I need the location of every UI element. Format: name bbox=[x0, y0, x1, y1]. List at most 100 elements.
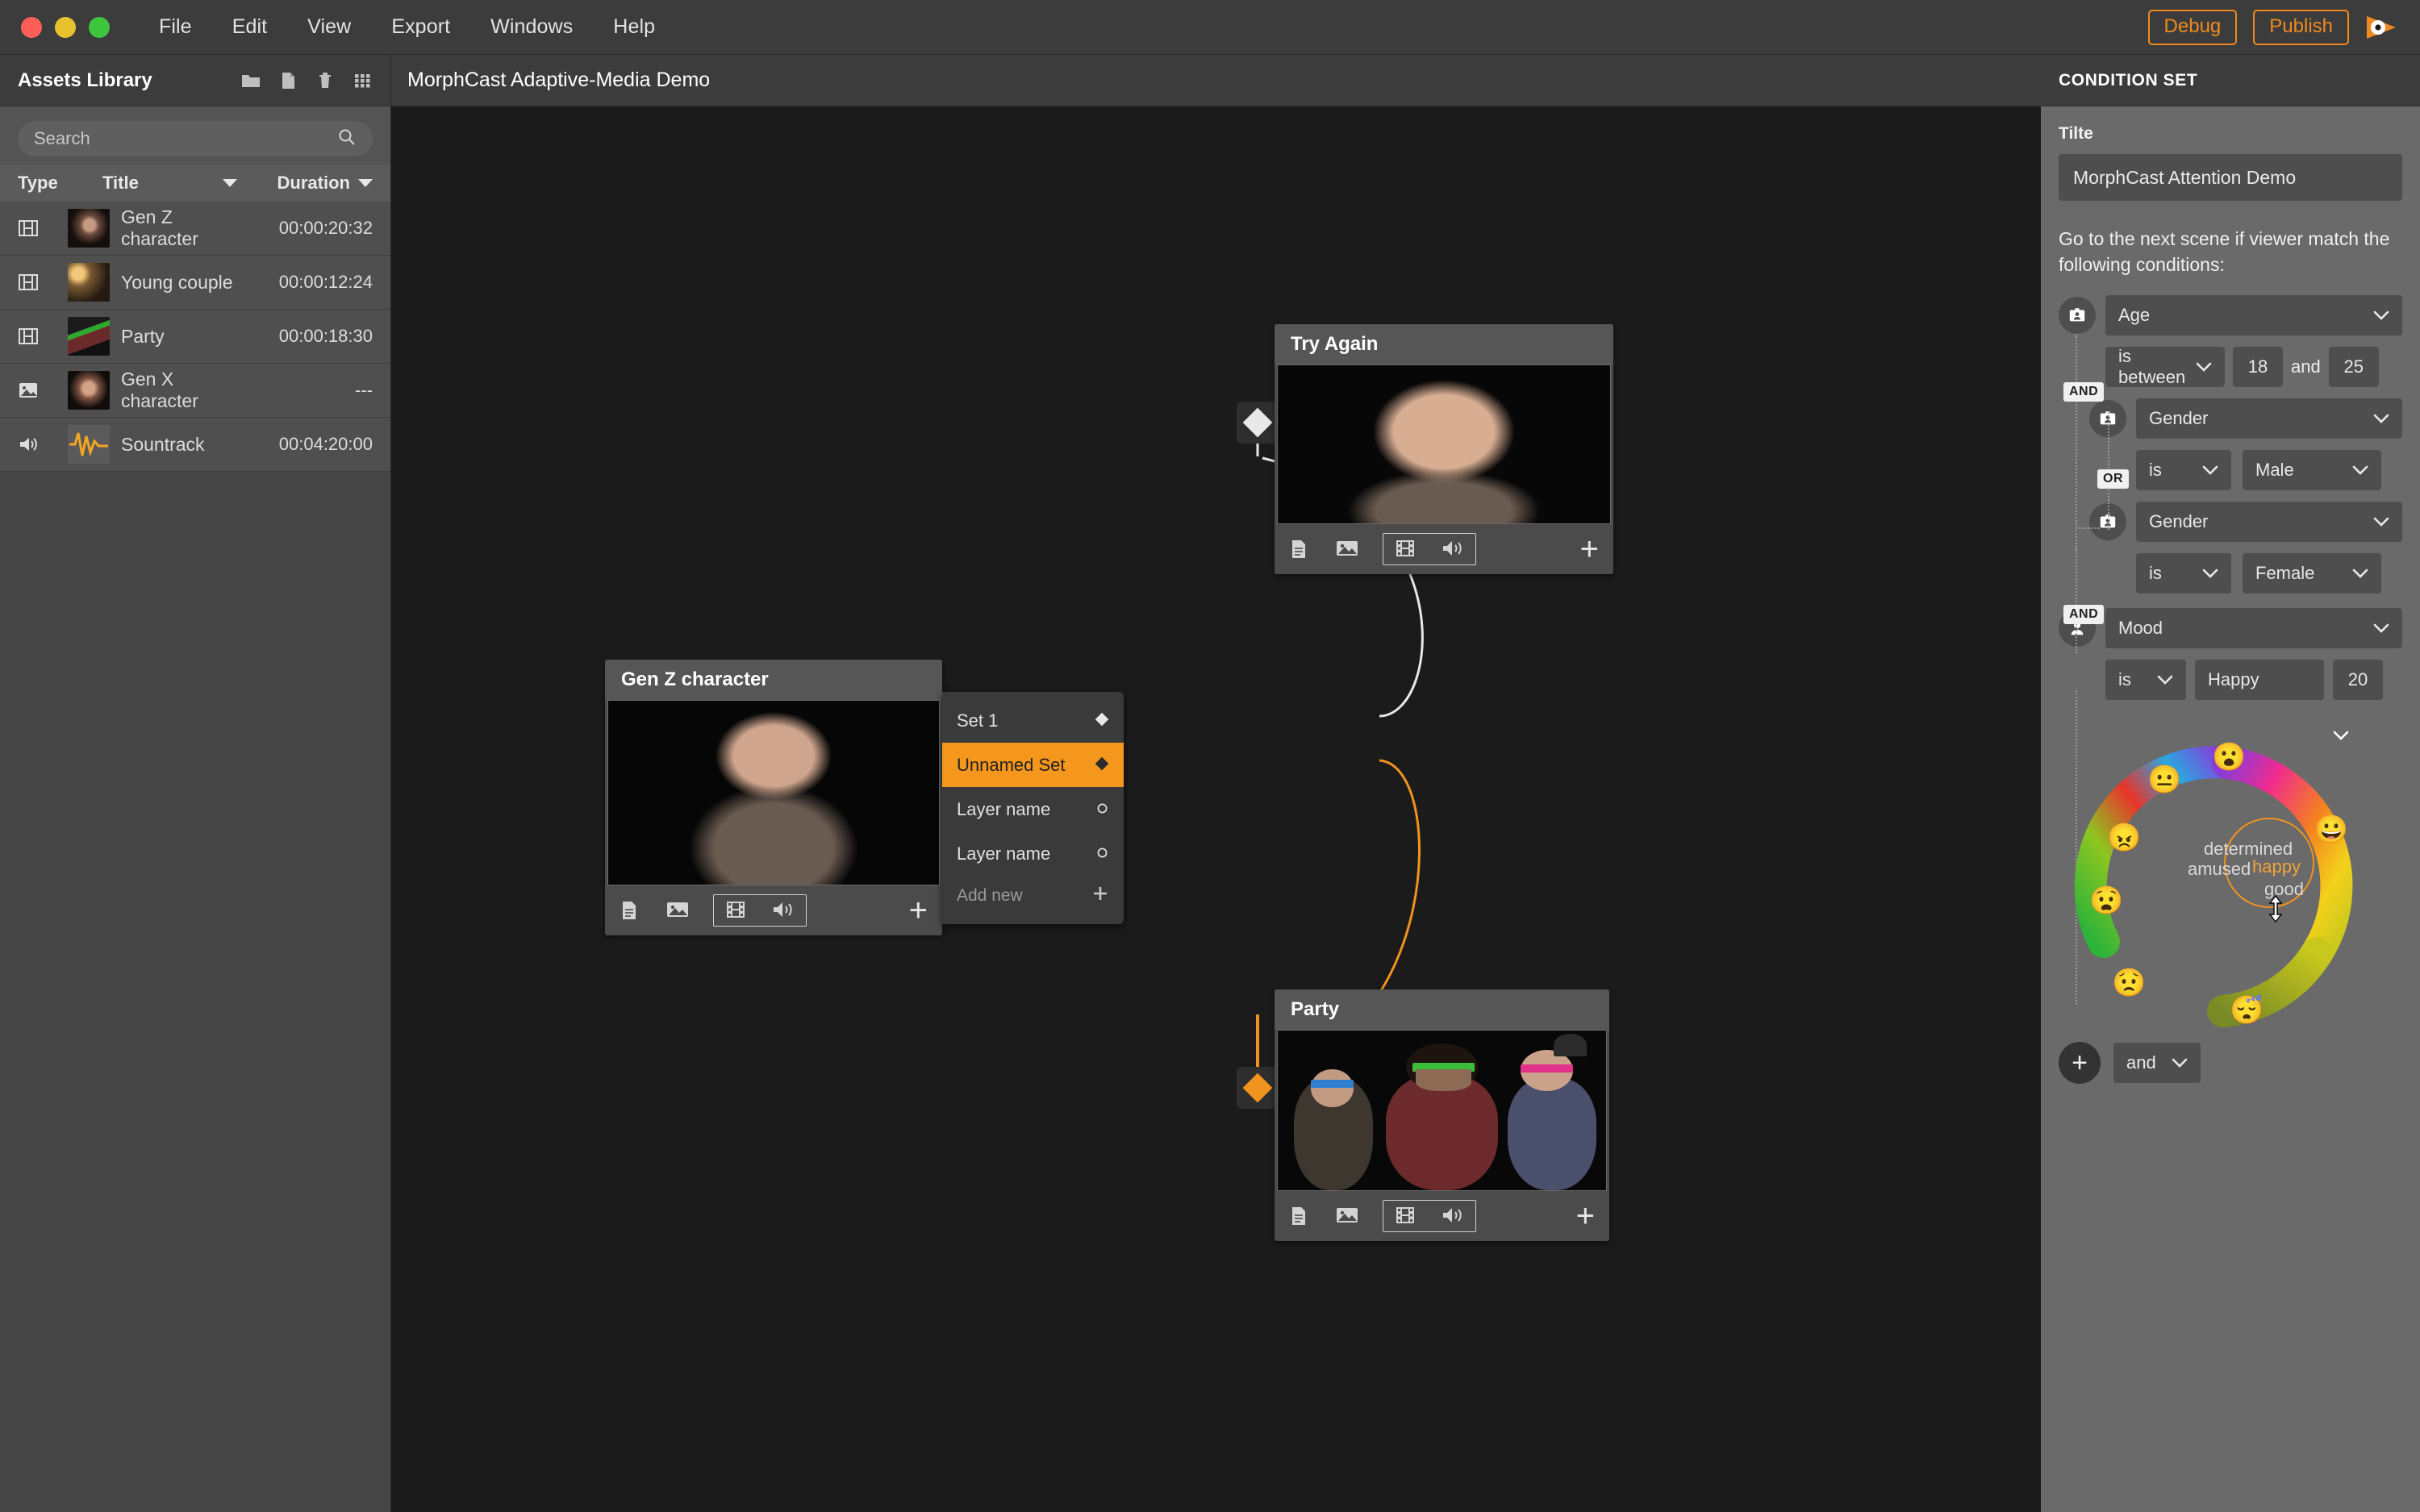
value-select-gender-female[interactable]: Female bbox=[2243, 553, 2381, 594]
flow-canvas[interactable]: MorphCast Adaptive-Media Demo Try Again bbox=[391, 55, 2041, 1512]
set-menu-item-layer-name-1[interactable]: Layer name bbox=[942, 787, 1124, 831]
chevron-down-icon[interactable] bbox=[2352, 460, 2368, 481]
add-layer-button[interactable]: + bbox=[1576, 1200, 1595, 1232]
image-icon[interactable] bbox=[666, 900, 689, 921]
media-toggle-group[interactable] bbox=[713, 894, 807, 927]
node-party[interactable]: Party + bbox=[1275, 989, 1609, 1241]
operator-select-mood[interactable]: is bbox=[2105, 660, 2186, 701]
film-icon[interactable] bbox=[1395, 1206, 1417, 1227]
emotion-wheel[interactable]: determined amused happy good 😮 😐 😠 😧 😟 😴… bbox=[2051, 711, 2405, 1034]
chevron-down-icon[interactable] bbox=[2202, 563, 2218, 584]
menu-windows[interactable]: Windows bbox=[470, 10, 593, 44]
search-input[interactable] bbox=[34, 128, 337, 149]
publish-button[interactable]: Publish bbox=[2253, 9, 2349, 45]
search-box[interactable] bbox=[18, 121, 373, 156]
emoji-sad[interactable]: 😟 bbox=[2112, 969, 2146, 997]
menu-file[interactable]: File bbox=[139, 10, 212, 44]
text-icon[interactable] bbox=[620, 900, 642, 921]
sort-duration-chevron-down-icon[interactable] bbox=[358, 179, 373, 187]
asset-row[interactable]: Gen Z character 00:00:20:32 bbox=[0, 202, 390, 256]
footer-joiner-select[interactable]: and bbox=[2113, 1043, 2201, 1084]
close-window-button[interactable] bbox=[21, 16, 42, 38]
emoji-surprised[interactable]: 😮 bbox=[2212, 744, 2246, 771]
chevron-down-icon[interactable] bbox=[2373, 305, 2389, 326]
add-condition-button[interactable]: + bbox=[2059, 1042, 2101, 1085]
text-icon[interactable] bbox=[1289, 539, 1312, 560]
set-menu-item-set-1[interactable]: Set 1 bbox=[942, 698, 1124, 743]
emoji-neutral[interactable]: 😐 bbox=[2147, 766, 2181, 793]
logic-operator-or[interactable]: OR bbox=[2097, 469, 2129, 489]
emoji-happy[interactable]: 😀 bbox=[2314, 816, 2348, 843]
attribute-select-gender-female[interactable]: Gender bbox=[2136, 502, 2402, 543]
node-preview[interactable] bbox=[607, 700, 940, 885]
value-select-gender-male[interactable]: Male bbox=[2243, 450, 2381, 491]
chevron-down-icon[interactable] bbox=[2373, 618, 2389, 639]
age-max-input[interactable]: 25 bbox=[2328, 347, 2379, 388]
chevron-down-icon[interactable] bbox=[2172, 1052, 2188, 1073]
diamond-icon[interactable] bbox=[1095, 710, 1109, 731]
node-preview[interactable] bbox=[1277, 1030, 1607, 1191]
chevron-down-icon[interactable] bbox=[2157, 669, 2173, 690]
media-toggle-group[interactable] bbox=[1383, 533, 1476, 565]
image-icon[interactable] bbox=[1336, 539, 1358, 560]
audio-icon[interactable] bbox=[772, 900, 795, 921]
menu-help[interactable]: Help bbox=[593, 10, 675, 44]
emoji-sleepy[interactable]: 😴 bbox=[2230, 997, 2264, 1024]
attribute-select-mood[interactable]: Mood bbox=[2105, 608, 2402, 649]
grid-icon[interactable] bbox=[352, 70, 373, 91]
audio-icon[interactable] bbox=[1442, 539, 1464, 560]
diamond-icon[interactable] bbox=[1095, 755, 1109, 776]
attribute-select-age[interactable]: Age bbox=[2105, 295, 2402, 336]
column-header-title[interactable]: Title bbox=[102, 173, 252, 194]
set-menu-add-new[interactable]: Add new bbox=[942, 876, 1124, 916]
logic-operator-and-2[interactable]: AND bbox=[2063, 605, 2105, 625]
emoji-angry[interactable]: 😠 bbox=[2107, 824, 2141, 852]
circle-icon[interactable] bbox=[1095, 843, 1109, 864]
debug-button[interactable]: Debug bbox=[2147, 9, 2238, 45]
condition-title-input[interactable] bbox=[2059, 154, 2402, 201]
chevron-down-icon[interactable] bbox=[2202, 460, 2218, 481]
set-menu[interactable]: Set 1 Unnamed Set Layer name Layer name … bbox=[942, 692, 1124, 924]
chevron-down-icon[interactable] bbox=[2373, 408, 2389, 429]
menu-view[interactable]: View bbox=[287, 10, 371, 44]
circle-icon[interactable] bbox=[1095, 799, 1109, 820]
sort-title-chevron-down-icon[interactable] bbox=[223, 179, 237, 187]
asset-row[interactable]: Gen X character --- bbox=[0, 364, 390, 418]
age-min-input[interactable]: 18 bbox=[2233, 347, 2283, 388]
menu-export[interactable]: Export bbox=[371, 10, 470, 44]
operator-select-gender-male[interactable]: is bbox=[2136, 450, 2231, 491]
node-preview[interactable] bbox=[1277, 364, 1611, 524]
column-header-duration[interactable]: Duration bbox=[252, 173, 373, 194]
node-gen-z-character[interactable]: Gen Z character + bbox=[605, 660, 942, 935]
media-toggle-group[interactable] bbox=[1383, 1200, 1476, 1232]
operator-select-age[interactable]: is between bbox=[2105, 346, 2225, 388]
maximize-window-button[interactable] bbox=[89, 16, 110, 38]
minimize-window-button[interactable] bbox=[55, 16, 76, 38]
set-menu-item-layer-name-2[interactable]: Layer name bbox=[942, 831, 1124, 876]
folder-icon[interactable] bbox=[240, 70, 261, 91]
attribute-select-gender-male[interactable]: Gender bbox=[2136, 398, 2402, 439]
text-icon[interactable] bbox=[1289, 1206, 1312, 1227]
morphcast-logo-icon[interactable] bbox=[2365, 13, 2397, 42]
logic-operator-and-1[interactable]: AND bbox=[2063, 382, 2105, 402]
node-try-again[interactable]: Try Again + bbox=[1275, 324, 1613, 574]
chevron-down-icon[interactable] bbox=[2352, 563, 2368, 584]
plus-icon[interactable] bbox=[1091, 885, 1109, 907]
file-icon[interactable] bbox=[277, 70, 298, 91]
chevron-down-icon[interactable] bbox=[2196, 356, 2212, 377]
asset-row[interactable]: Party 00:00:18:30 bbox=[0, 310, 390, 364]
film-icon[interactable] bbox=[1395, 539, 1417, 560]
set-menu-item-unnamed-set[interactable]: Unnamed Set bbox=[942, 743, 1124, 787]
audio-icon[interactable] bbox=[1442, 1206, 1464, 1227]
operator-select-gender-female[interactable]: is bbox=[2136, 553, 2231, 594]
value-select-mood[interactable]: Happy bbox=[2195, 660, 2324, 701]
add-layer-button[interactable]: + bbox=[909, 894, 928, 927]
chevron-down-icon[interactable] bbox=[2373, 511, 2389, 532]
image-icon[interactable] bbox=[1336, 1206, 1358, 1227]
menu-edit[interactable]: Edit bbox=[212, 10, 287, 44]
emoji-fearful[interactable]: 😧 bbox=[2089, 887, 2123, 914]
trash-icon[interactable] bbox=[315, 70, 336, 91]
asset-row[interactable]: Young couple 00:00:12:24 bbox=[0, 256, 390, 310]
mood-threshold-input[interactable]: 20 bbox=[2333, 660, 2383, 701]
add-layer-button[interactable]: + bbox=[1580, 533, 1599, 565]
